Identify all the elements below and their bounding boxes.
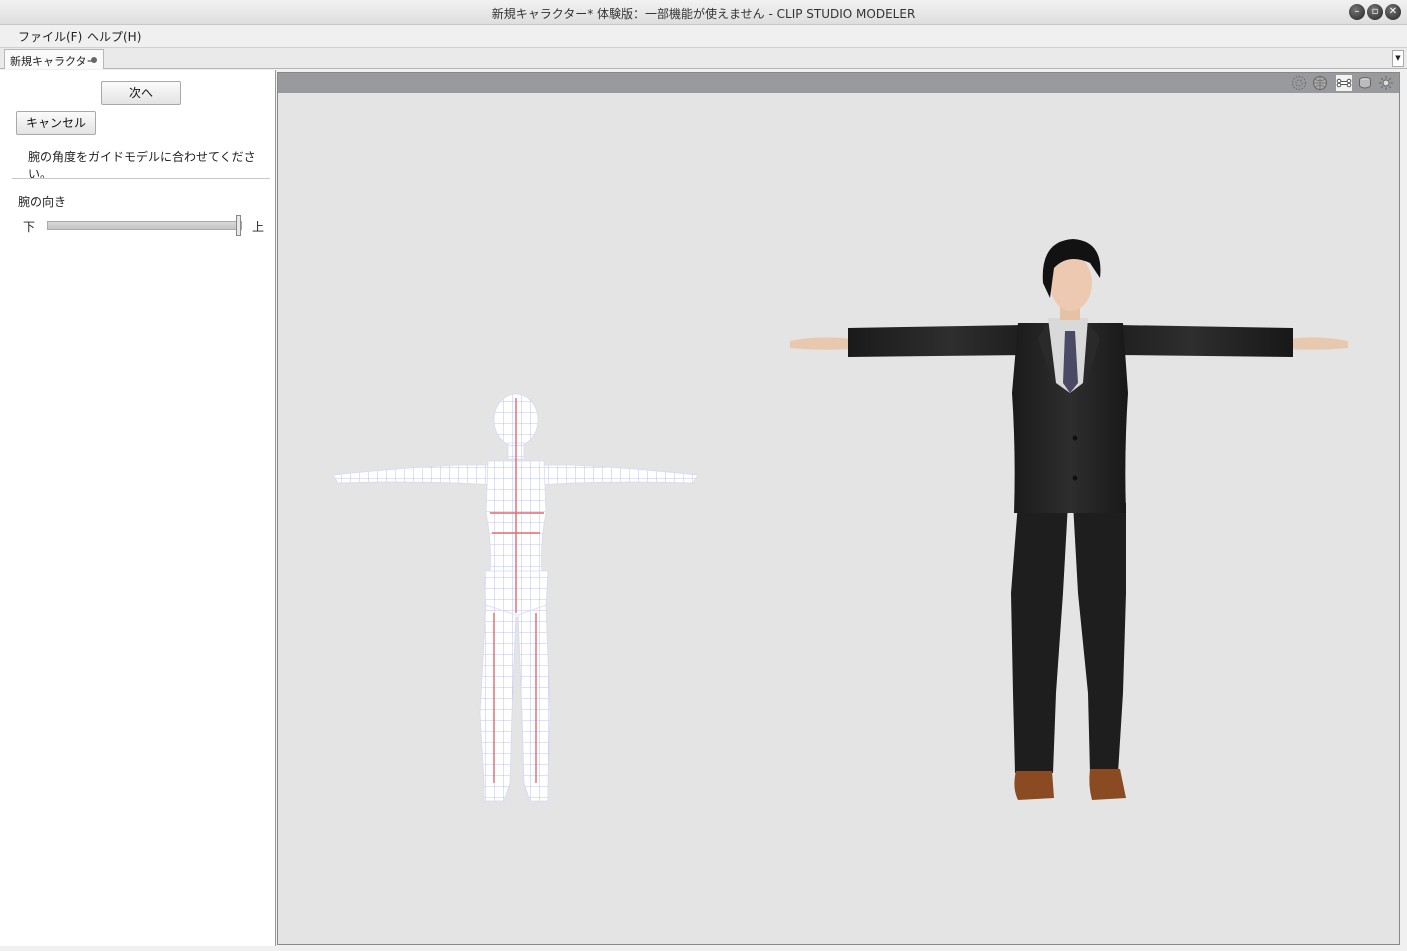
wireframe-icon[interactable] — [1291, 75, 1307, 91]
tab-new-character[interactable]: 新規キャラクター* — [4, 49, 104, 82]
menu-help[interactable]: ヘルプ(H) — [87, 28, 141, 45]
window-title: 新規キャラクター* 体験版：一部機能が使えません - CLIP STUDIO M… — [491, 7, 916, 21]
close-icon[interactable]: ✕ — [1385, 4, 1401, 20]
next-button[interactable]: 次へ — [101, 81, 181, 105]
light-icon[interactable] — [1378, 75, 1394, 91]
document-tab-bar: 新規キャラクター* ▼ — [0, 47, 1407, 82]
solid-icon[interactable] — [1357, 75, 1373, 91]
close-tab-icon[interactable] — [91, 57, 97, 63]
slider-min-label: 下 — [23, 220, 36, 234]
divider — [12, 178, 270, 179]
menu-bar: ファイル(F) ヘルプ(H) — [0, 25, 1407, 47]
guide-model — [332, 393, 699, 802]
viewport-toolbar — [278, 73, 1399, 93]
tab-list-dropdown-icon[interactable]: ▼ — [1392, 50, 1404, 67]
status-bar — [0, 946, 1407, 951]
3d-viewport[interactable] — [277, 72, 1400, 945]
slider-max-label: 上 — [252, 220, 265, 234]
restore-icon[interactable]: ▫ — [1367, 4, 1383, 20]
arm-direction-slider[interactable] — [47, 221, 242, 230]
minimize-icon[interactable]: – — [1349, 4, 1365, 20]
bone-icon[interactable] — [1336, 75, 1352, 91]
instruction-text: 腕の角度をガイドモデルに合わせてください。 — [28, 150, 256, 181]
setup-panel: 次へ キャンセル 腕の角度をガイドモデルに合わせてください。 腕の向き 下 上 — [0, 70, 276, 951]
cancel-button[interactable]: キャンセル — [16, 111, 96, 135]
scene-canvas — [332, 239, 1348, 802]
slider-thumb[interactable] — [236, 215, 241, 236]
menu-file[interactable]: ファイル(F) — [18, 28, 82, 45]
arm-direction-label: 腕の向き — [18, 195, 67, 209]
title-bar: 新規キャラクター* 体験版：一部機能が使えません - CLIP STUDIO M… — [0, 0, 1407, 25]
sphere-grid-icon[interactable] — [1312, 75, 1328, 91]
character-model — [790, 239, 1348, 800]
window-controls: – ▫ ✕ — [1349, 4, 1401, 20]
